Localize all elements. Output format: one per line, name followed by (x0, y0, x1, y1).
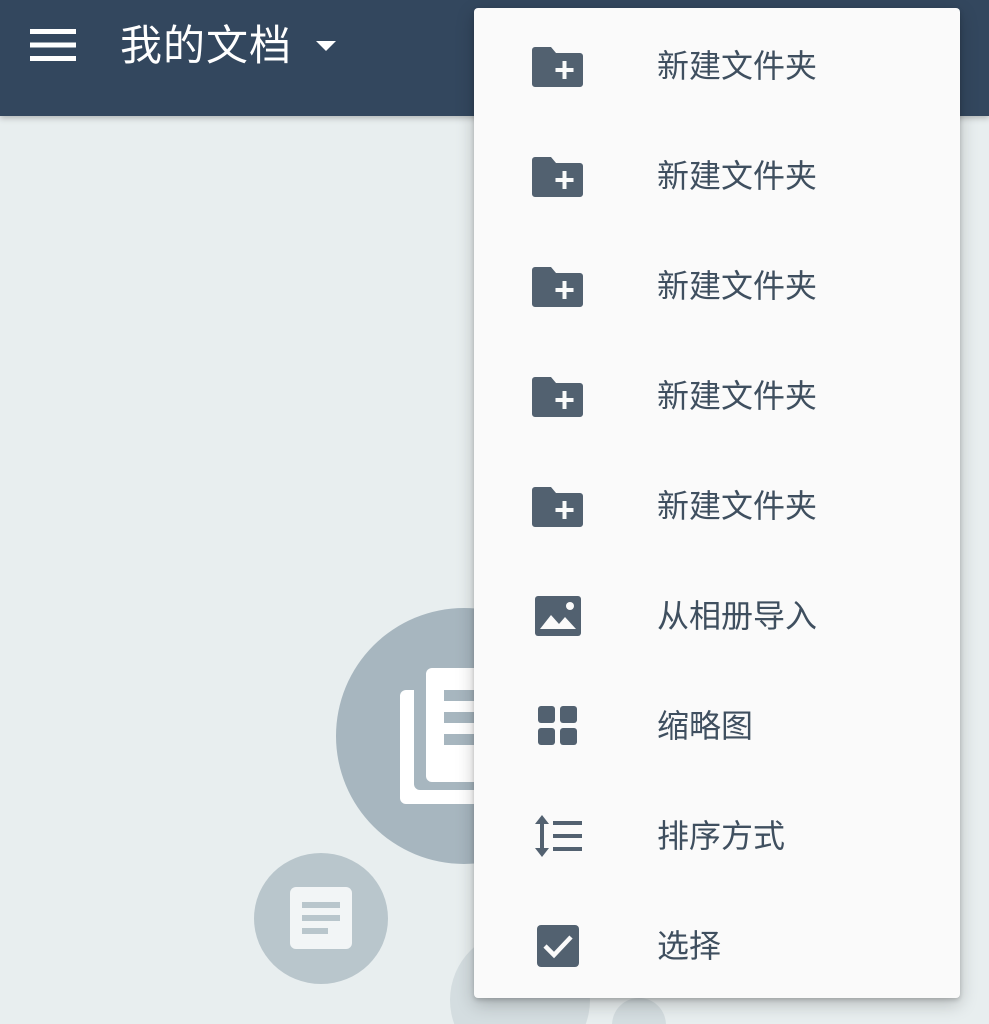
hamburger-menu-button[interactable] (22, 22, 84, 68)
create-folder-icon (530, 151, 586, 201)
create-folder-icon (530, 261, 586, 311)
menu-item-new-folder-5[interactable]: 新建文件夹 (474, 451, 960, 561)
caret-down-icon (316, 41, 337, 51)
folder-selector[interactable]: 我的文档 (120, 16, 337, 76)
create-folder-icon (530, 371, 586, 421)
document-icon (290, 887, 352, 949)
menu-item-label: 排序方式 (657, 817, 786, 855)
hamburger-menu-icon (30, 29, 76, 61)
menu-item-new-folder-4[interactable]: 新建文件夹 (474, 341, 960, 451)
menu-item-label: 新建文件夹 (657, 267, 818, 305)
menu-item-label: 从相册导入 (657, 597, 818, 635)
menu-item-label: 新建文件夹 (657, 157, 818, 195)
create-folder-icon (530, 41, 586, 91)
page-title: 我的文档 (120, 21, 293, 70)
menu-item-label: 新建文件夹 (657, 487, 818, 525)
menu-item-new-folder-1[interactable]: 新建文件夹 (474, 11, 960, 121)
menu-item-label: 缩略图 (657, 707, 754, 745)
menu-item-new-folder-3[interactable]: 新建文件夹 (474, 231, 960, 341)
create-folder-icon (530, 481, 586, 531)
menu-item-label: 新建文件夹 (657, 377, 818, 415)
screen: 我的文档 新建文件夹 新建文件夹 新建文件夹 新建文件夹 新建文件夹 从相册导入… (0, 0, 989, 1024)
sort-icon (530, 811, 586, 861)
menu-item-label: 选择 (657, 927, 722, 965)
menu-item-select[interactable]: 选择 (474, 891, 960, 1001)
overflow-menu: 新建文件夹 新建文件夹 新建文件夹 新建文件夹 新建文件夹 从相册导入 缩略图 … (474, 8, 960, 998)
menu-item-import-from-album[interactable]: 从相册导入 (474, 561, 960, 671)
empty-state-tiny-circle (612, 998, 666, 1024)
checkbox-icon (530, 921, 586, 971)
grid-view-icon (530, 701, 586, 751)
empty-state-small-circle (254, 853, 388, 984)
menu-item-thumbnail[interactable]: 缩略图 (474, 671, 960, 781)
menu-item-label: 新建文件夹 (657, 47, 818, 85)
menu-item-sort[interactable]: 排序方式 (474, 781, 960, 891)
image-icon (530, 591, 586, 641)
menu-item-new-folder-2[interactable]: 新建文件夹 (474, 121, 960, 231)
